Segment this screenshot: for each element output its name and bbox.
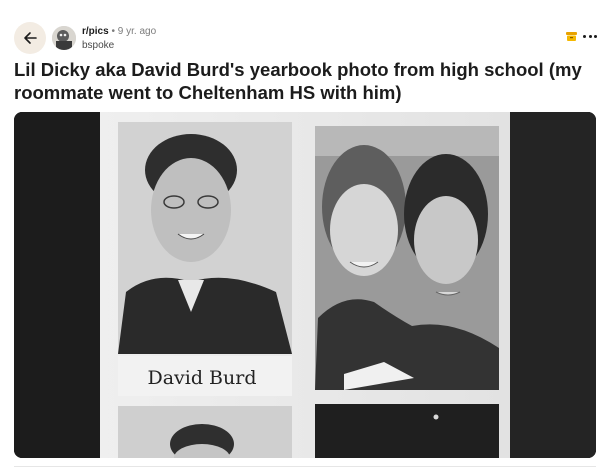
post-age: 9 yr. ago: [117, 26, 157, 37]
post-header: r/pics • 9 yr. ago bspoke: [0, 0, 600, 56]
post-meta: r/pics • 9 yr. ago bspoke: [82, 25, 156, 52]
award-icon[interactable]: [566, 32, 577, 41]
post-actions: [566, 32, 597, 41]
author-link[interactable]: bspoke: [82, 39, 156, 52]
meta-separator: •: [111, 26, 115, 37]
back-arrow-icon: [24, 32, 37, 44]
photo-caption: David Burd: [147, 367, 256, 389]
more-options-icon[interactable]: [583, 34, 597, 39]
post-title[interactable]: Lil Dicky aka David Burd's yearbook phot…: [14, 58, 584, 104]
divider: [14, 466, 596, 467]
avatar-image: [52, 26, 76, 50]
subreddit-link[interactable]: r/pics: [82, 26, 109, 37]
back-button[interactable]: [14, 22, 46, 54]
yearbook-photo: David Burd: [14, 112, 596, 458]
subreddit-avatar[interactable]: [52, 26, 76, 50]
post-image[interactable]: David Burd: [14, 112, 596, 458]
